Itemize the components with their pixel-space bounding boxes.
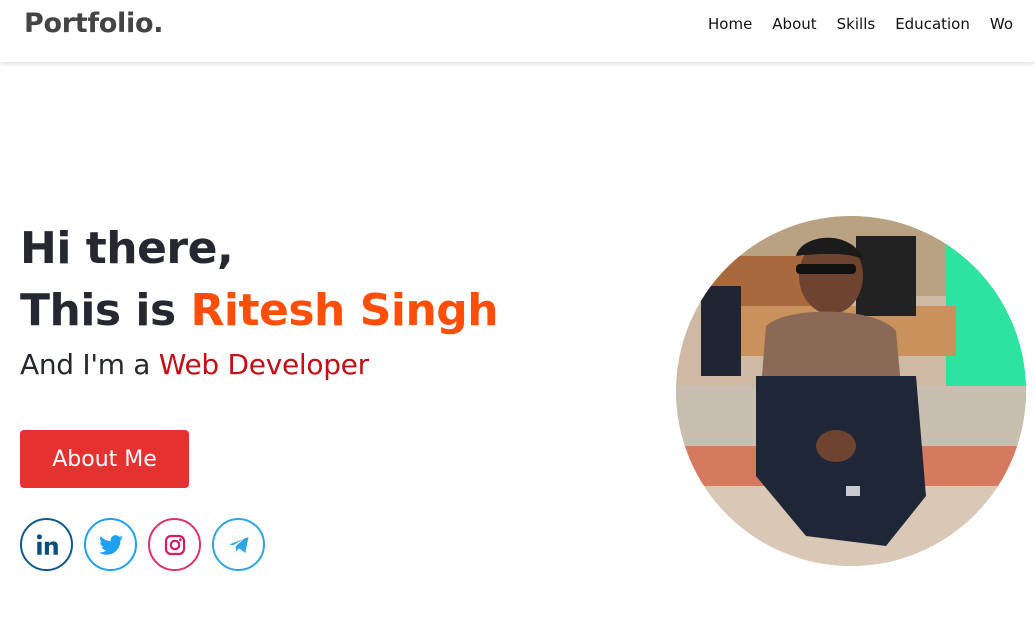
twitter-link[interactable] (84, 518, 137, 571)
nav-link-skills[interactable]: Skills (837, 15, 876, 33)
social-links (20, 518, 265, 571)
hero-name: Ritesh Singh (190, 285, 499, 336)
hero-text: Hi there, This is Ritesh Singh And I'm a… (20, 218, 499, 381)
instagram-link[interactable] (148, 518, 201, 571)
telegram-icon (228, 536, 248, 553)
logo[interactable]: Portfolio. (24, 8, 163, 39)
hero-intro-prefix: This is (20, 285, 191, 336)
hero-greeting: Hi there, (20, 223, 234, 274)
hero-role-line: And I'm a Web Developer (20, 348, 498, 381)
profile-photo (676, 216, 1026, 566)
nav-links: Home About Skills Education Wo (708, 15, 1013, 33)
nav-link-home[interactable]: Home (708, 15, 752, 33)
instagram-icon (164, 534, 185, 555)
hero-role-prefix: And I'm a (20, 348, 159, 381)
about-me-button[interactable]: About Me (20, 430, 189, 488)
nav-link-about[interactable]: About (772, 15, 816, 33)
telegram-link[interactable] (212, 518, 265, 571)
hero-intro: This is Ritesh Singh (20, 280, 499, 342)
hero-role: Web Developer (158, 348, 369, 381)
linkedin-icon (36, 533, 58, 555)
nav-link-work[interactable]: Wo (990, 15, 1013, 33)
linkedin-link[interactable] (20, 518, 73, 571)
navbar: Portfolio. Home About Skills Education W… (0, 0, 1035, 62)
nav-link-education[interactable]: Education (895, 15, 970, 33)
twitter-icon (98, 534, 123, 555)
profile-photo-illustration (676, 216, 1026, 566)
